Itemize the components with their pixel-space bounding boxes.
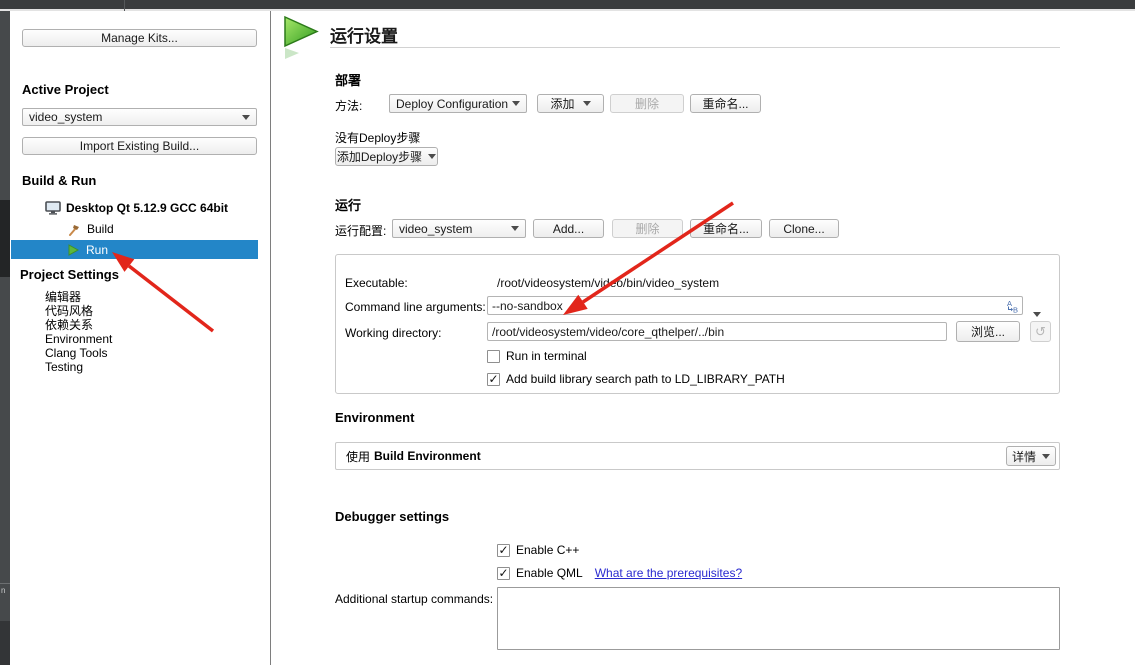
- active-mode-indicator: [0, 200, 10, 277]
- import-existing-build-button[interactable]: Import Existing Build...: [22, 137, 257, 155]
- startup-commands-input[interactable]: [497, 587, 1060, 650]
- deploy-rename-button[interactable]: 重命名...: [690, 94, 761, 113]
- deploy-add-button[interactable]: 添加: [537, 94, 604, 113]
- sidebar-item-editor[interactable]: 编辑器: [45, 290, 112, 304]
- strip-divider: [0, 583, 10, 584]
- sidebar-item-dependencies[interactable]: 依赖关系: [45, 318, 112, 332]
- add-deploy-step-button[interactable]: 添加Deploy步骤: [335, 147, 438, 166]
- strip-bottom-block: [0, 621, 10, 665]
- sidebar-item-build[interactable]: Build: [68, 222, 114, 236]
- deploy-heading: 部署: [335, 70, 361, 89]
- sidebar-item-environment[interactable]: Environment: [45, 332, 112, 346]
- monitor-icon: [45, 201, 61, 215]
- run-config-select[interactable]: video_system: [392, 219, 526, 238]
- no-deploy-steps-text: 没有Deploy步骤: [335, 129, 420, 146]
- workdir-reset-button: ↺: [1030, 321, 1051, 342]
- title-divider: [330, 47, 1060, 48]
- enable-qml-row: ✓ Enable QML What are the prerequisites?: [497, 566, 742, 580]
- variable-ab-icon: A B: [1004, 299, 1018, 313]
- active-project-select[interactable]: video_system: [22, 108, 257, 126]
- environment-summary-bar: 使用 Build Environment 详情: [335, 442, 1060, 470]
- run-settings-play-icon: [283, 15, 321, 63]
- page-title: 运行设置: [330, 22, 398, 47]
- args-input[interactable]: --no-sandbox A B: [487, 296, 1023, 315]
- browse-button[interactable]: 浏览...: [956, 321, 1020, 342]
- chevron-down-icon: [511, 226, 519, 231]
- debugger-settings-heading: Debugger settings: [335, 509, 449, 524]
- build-and-run-heading: Build & Run: [22, 173, 96, 188]
- executable-label: Executable:: [345, 276, 408, 290]
- workdir-label: Working directory:: [345, 326, 441, 340]
- environment-details-button[interactable]: 详情: [1006, 446, 1056, 466]
- args-label: Command line arguments:: [345, 300, 486, 314]
- enable-cpp-row: ✓ Enable C++: [497, 543, 579, 557]
- chevron-down-icon: [428, 154, 436, 159]
- add-lib-path-row: ✓ Add build library search path to LD_LI…: [487, 372, 785, 386]
- run-play-icon: [68, 244, 79, 256]
- project-settings-list: 编辑器 代码风格 依赖关系 Environment Clang Tools Te…: [45, 290, 112, 374]
- manage-kits-button[interactable]: Manage Kits...: [22, 29, 257, 47]
- window-top-bar: [0, 0, 1135, 11]
- svg-text:A: A: [1007, 299, 1012, 308]
- workdir-input[interactable]: /root/videosystem/video/core_qthelper/..…: [487, 322, 947, 341]
- run-config-label: 运行配置:: [335, 222, 386, 239]
- enable-qml-checkbox[interactable]: ✓: [497, 567, 510, 580]
- chevron-down-icon: [512, 101, 520, 106]
- environment-heading: Environment: [335, 410, 414, 425]
- run-rename-button[interactable]: 重命名...: [690, 219, 762, 238]
- deploy-method-select[interactable]: Deploy Configuration: [389, 94, 527, 113]
- prerequisites-link[interactable]: What are the prerequisites?: [595, 566, 742, 580]
- environment-use-label: 使用: [346, 448, 370, 465]
- chevron-down-icon: [583, 101, 591, 106]
- chevron-down-icon: [242, 115, 250, 120]
- sidebar-item-run[interactable]: Run: [11, 240, 258, 259]
- svg-text:B: B: [1013, 305, 1018, 313]
- enable-cpp-checkbox[interactable]: ✓: [497, 544, 510, 557]
- mode-selector-strip: n: [0, 11, 10, 665]
- run-remove-button: 删除: [612, 219, 683, 238]
- startup-commands-label: Additional startup commands:: [335, 592, 493, 606]
- active-project-heading: Active Project: [22, 82, 109, 97]
- run-clone-button[interactable]: Clone...: [769, 219, 839, 238]
- run-in-terminal-checkbox[interactable]: ✓: [487, 350, 500, 363]
- run-add-button[interactable]: Add...: [533, 219, 604, 238]
- clipped-mode-label: n: [1, 586, 5, 595]
- deploy-remove-button: 删除: [610, 94, 684, 113]
- reset-icon: ↺: [1035, 324, 1046, 340]
- chevron-down-icon: [1042, 454, 1050, 459]
- run-heading: 运行: [335, 195, 361, 214]
- chevron-down-icon: [1033, 312, 1041, 317]
- qt-creator-projects-page: n Manage Kits... Active Project video_sy…: [0, 0, 1135, 665]
- hammer-icon: [68, 223, 81, 236]
- run-in-terminal-row: ✓ Run in terminal: [487, 349, 587, 363]
- sidebar-item-testing[interactable]: Testing: [45, 360, 112, 374]
- kit-item-desktop-qt[interactable]: Desktop Qt 5.12.9 GCC 64bit: [45, 201, 228, 215]
- add-lib-path-checkbox[interactable]: ✓: [487, 373, 500, 386]
- project-settings-heading: Project Settings: [20, 267, 119, 282]
- args-history-dropdown[interactable]: [1033, 304, 1041, 322]
- executable-value: /root/videosystem/video/bin/video_system: [497, 276, 719, 290]
- sidebar-item-clang-tools[interactable]: Clang Tools: [45, 346, 112, 360]
- deploy-method-label: 方法:: [335, 97, 362, 114]
- environment-use-value: Build Environment: [374, 449, 481, 463]
- sidebar-item-code-style[interactable]: 代码风格: [45, 304, 112, 318]
